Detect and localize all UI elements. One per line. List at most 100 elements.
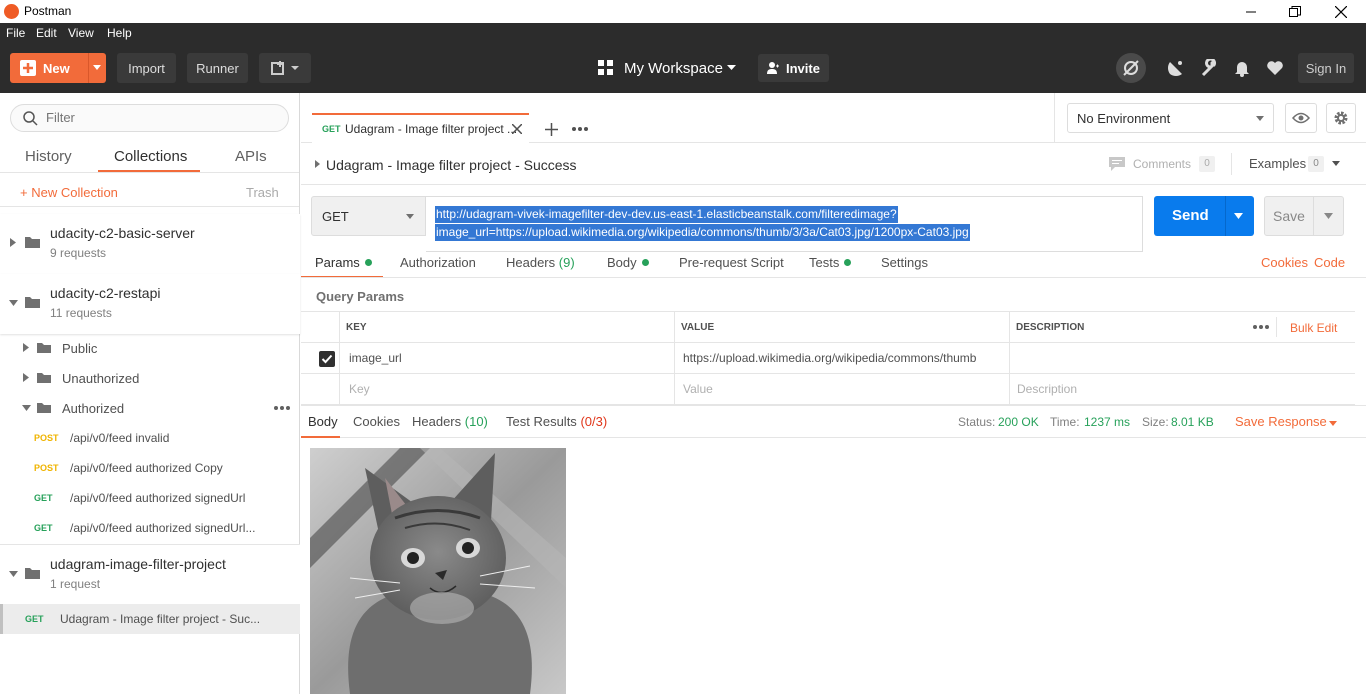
folder-item[interactable]: Unauthorized xyxy=(0,363,300,393)
send-button[interactable]: Send xyxy=(1154,196,1254,236)
close-tab-icon[interactable] xyxy=(512,124,522,134)
collection-name: udagram-image-filter-project xyxy=(50,556,226,572)
menu-edit[interactable]: Edit xyxy=(36,26,57,40)
time-label: Time: xyxy=(1050,415,1080,429)
collection-item[interactable]: udacity-c2-basic-server 9 requests xyxy=(0,214,300,274)
response-tab-cookies[interactable]: Cookies xyxy=(353,414,400,429)
caret-down-icon[interactable] xyxy=(9,300,18,306)
request-item[interactable]: GET /api/v0/feed authorized signedUrl xyxy=(0,483,300,513)
key-input-placeholder[interactable]: Key xyxy=(339,374,674,404)
caret-down-icon[interactable] xyxy=(9,571,18,577)
request-item[interactable]: GET /api/v0/feed authorized signedUrl... xyxy=(0,513,300,543)
tab-tests[interactable]: Tests xyxy=(809,255,852,270)
request-title[interactable]: Udagram - Image filter project - Success xyxy=(326,157,577,173)
tab-headers[interactable]: Headers (9) xyxy=(506,255,575,270)
tab-authorization[interactable]: Authorization xyxy=(400,255,476,270)
more-icon[interactable] xyxy=(1253,325,1269,329)
response-tab-test-results[interactable]: Test Results (0/3) xyxy=(506,414,607,429)
chevron-down-icon[interactable] xyxy=(1234,213,1243,219)
folder-icon xyxy=(25,297,40,308)
response-tab-headers[interactable]: Headers (10) xyxy=(412,414,488,429)
size-value[interactable]: 8.01 KB xyxy=(1171,415,1214,429)
code-link[interactable]: Code xyxy=(1314,255,1345,270)
status-value[interactable]: 200 OK xyxy=(998,415,1039,429)
menu-view[interactable]: View xyxy=(68,26,94,40)
more-icon[interactable] xyxy=(274,406,290,410)
method-select[interactable]: GET xyxy=(311,196,426,236)
filter-input[interactable] xyxy=(46,110,276,125)
restore-icon[interactable] xyxy=(1272,0,1318,23)
minimize-icon[interactable] xyxy=(1228,0,1274,23)
new-tab-button[interactable] xyxy=(537,115,565,143)
folder-item[interactable]: Authorized xyxy=(0,393,300,423)
chevron-down-icon[interactable] xyxy=(1329,421,1337,426)
request-item[interactable]: POST /api/v0/feed authorized Copy xyxy=(0,453,300,483)
caret-right-icon[interactable] xyxy=(315,160,320,168)
tab-params[interactable]: Params xyxy=(315,255,372,270)
environment-select[interactable]: No Environment xyxy=(1067,103,1274,133)
comment-icon xyxy=(1109,157,1125,171)
chevron-down-icon[interactable] xyxy=(1332,161,1340,166)
param-value[interactable]: https://upload.wikimedia.org/wikipedia/c… xyxy=(674,343,1009,373)
examples-button[interactable]: Examples xyxy=(1249,156,1306,171)
chevron-down-icon[interactable] xyxy=(93,65,101,71)
chevron-down-icon[interactable] xyxy=(1324,213,1333,219)
menu-help[interactable]: Help xyxy=(107,26,132,40)
request-item-selected[interactable]: GET Udagram - Image filter project - Suc… xyxy=(0,604,300,634)
request-tab[interactable]: GET Udagram - Image filter project ... xyxy=(312,113,529,143)
collection-item[interactable]: udacity-c2-restapi 11 requests xyxy=(0,274,300,334)
caret-right-icon[interactable] xyxy=(23,343,29,352)
tab-settings[interactable]: Settings xyxy=(881,255,928,270)
save-button[interactable]: Save xyxy=(1264,196,1344,236)
caret-right-icon[interactable] xyxy=(10,238,16,247)
workspace-chevron-icon[interactable] xyxy=(727,65,736,71)
wrench-icon[interactable] xyxy=(1199,57,1221,79)
folder-item[interactable]: Public xyxy=(0,333,300,363)
import-button[interactable]: Import xyxy=(117,53,176,83)
tab-history[interactable]: History xyxy=(25,148,72,165)
invite-button[interactable]: Invite xyxy=(758,54,829,82)
filter-field[interactable] xyxy=(10,104,289,132)
bulk-edit-link[interactable]: Bulk Edit xyxy=(1290,321,1337,335)
response-headers-label: Headers xyxy=(412,414,462,429)
new-collection-button[interactable]: + New Collection xyxy=(20,185,118,200)
response-tab-body[interactable]: Body xyxy=(308,414,338,429)
caret-right-icon[interactable] xyxy=(23,373,29,382)
comments-count: 0 xyxy=(1199,156,1215,172)
caret-down-icon[interactable] xyxy=(22,405,31,411)
menu-file[interactable]: File xyxy=(6,26,25,40)
close-window-icon[interactable] xyxy=(1318,0,1364,23)
save-response-button[interactable]: Save Response xyxy=(1235,414,1327,429)
tab-collections[interactable]: Collections xyxy=(114,148,187,165)
satellite-icon[interactable] xyxy=(1165,57,1187,79)
value-input-placeholder[interactable]: Value xyxy=(674,374,1009,404)
param-key[interactable]: image_url xyxy=(339,343,674,373)
new-window-button[interactable] xyxy=(259,53,311,83)
runner-button[interactable]: Runner xyxy=(187,53,248,83)
sync-off-button[interactable] xyxy=(1116,53,1146,83)
description-input-placeholder[interactable]: Description xyxy=(1009,374,1355,404)
workspace-selector[interactable]: My Workspace xyxy=(624,60,723,77)
comments-button[interactable]: Comments xyxy=(1133,157,1191,171)
sign-in-button[interactable]: Sign In xyxy=(1298,53,1354,83)
heart-icon[interactable] xyxy=(1264,57,1286,79)
time-value[interactable]: 1237 ms xyxy=(1084,415,1130,429)
tab-body[interactable]: Body xyxy=(607,255,649,270)
folder-icon xyxy=(37,403,51,413)
new-button[interactable]: New xyxy=(10,53,106,83)
param-description[interactable] xyxy=(1009,343,1355,373)
collection-item[interactable]: udagram-image-filter-project 1 request xyxy=(0,544,300,604)
request-item[interactable]: POST /api/v0/feed invalid xyxy=(0,423,300,453)
environment-quick-look-button[interactable] xyxy=(1285,103,1317,133)
trash-link[interactable]: Trash xyxy=(246,185,279,200)
status-label: Status: xyxy=(958,415,996,429)
param-checkbox[interactable] xyxy=(319,351,335,367)
tab-apis[interactable]: APIs xyxy=(235,148,267,165)
tab-options-button[interactable] xyxy=(566,115,594,143)
tab-pre-request-script[interactable]: Pre-request Script xyxy=(679,255,784,270)
cookies-link[interactable]: Cookies xyxy=(1261,255,1308,270)
tab-headers-label: Headers xyxy=(506,255,556,270)
manage-environments-button[interactable] xyxy=(1326,103,1356,133)
url-input[interactable]: http://udagram-vivek-imagefilter-dev-dev… xyxy=(426,196,1143,252)
bell-icon[interactable] xyxy=(1231,57,1253,79)
